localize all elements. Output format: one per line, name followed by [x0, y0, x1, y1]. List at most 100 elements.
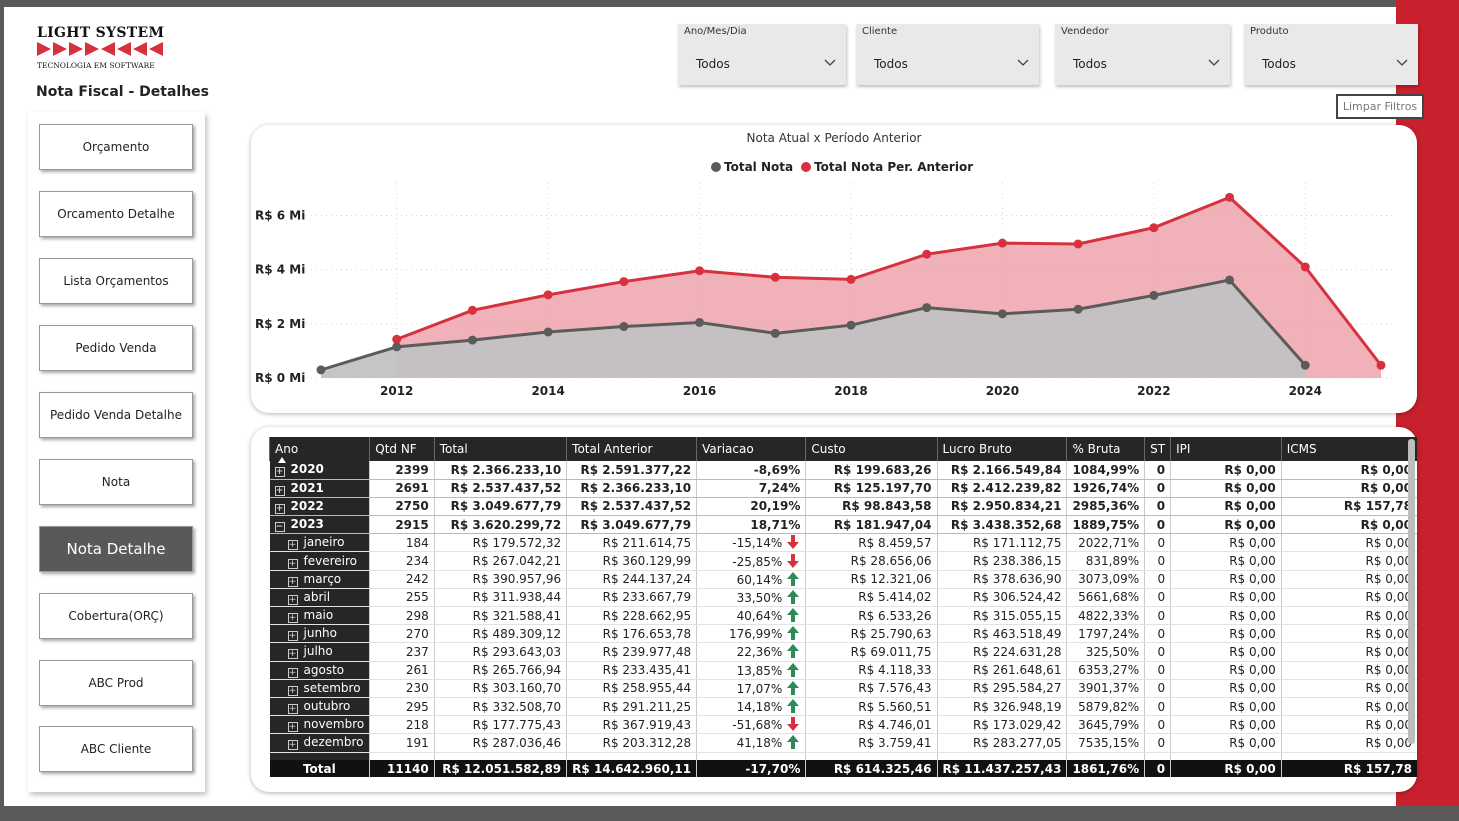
column-header-lucro-bruto[interactable]: Lucro Bruto [936, 437, 1067, 461]
column-header-qtd-nf[interactable]: Qtd NF [369, 437, 435, 461]
table-cell: 0 [1144, 515, 1171, 535]
row-label-cell[interactable]: + março [269, 570, 370, 589]
nav-button-cobertura[interactable]: Cobertura(ORÇ) [39, 593, 193, 639]
expand-icon[interactable]: + [274, 485, 285, 496]
expand-icon[interactable]: + [287, 685, 298, 696]
nav-button-abc-prod[interactable]: ABC Prod [39, 660, 193, 706]
filter-vendedor[interactable]: Vendedor Todos [1055, 24, 1230, 85]
data-point [846, 320, 856, 330]
expand-icon[interactable]: + [287, 613, 298, 624]
expand-icon[interactable]: + [287, 594, 298, 605]
row-label-cell[interactable]: −2023 [269, 515, 370, 535]
nav-button-orcamento-detalhe[interactable]: Orcamento Detalhe [39, 191, 193, 237]
table-row-month[interactable]: + novembro 218 R$ 177.775,43 R$ 367.919,43 -5… [269, 715, 1417, 735]
table-cell: 3073,09% [1066, 570, 1145, 589]
total-cell: 1861,76% [1066, 760, 1145, 777]
expand-icon[interactable]: + [287, 558, 298, 569]
filter-ano-mes-dia[interactable]: Ano/Mes/Dia Todos [678, 24, 846, 85]
row-label-cell[interactable]: + maio [269, 606, 370, 626]
expand-icon[interactable]: + [287, 740, 298, 751]
total-cell: R$ 0,00 [1170, 760, 1282, 777]
nav-button-pedido-venda-detalhe[interactable]: Pedido Venda Detalhe [39, 392, 193, 438]
table-row-year[interactable]: +2021 2691 R$ 2.537.437,52 R$ 2.366.233,10 7… [269, 479, 1417, 498]
table-row-month[interactable]: + março 242 R$ 390.957,96 R$ 244.137,24 60,14… [269, 570, 1417, 589]
row-label-cell[interactable]: + fevereiro [269, 551, 370, 571]
chevron-down-icon[interactable] [824, 56, 836, 68]
row-label-cell[interactable]: + agosto [269, 661, 370, 680]
column-header-ipi[interactable]: IPI [1170, 437, 1282, 461]
filter-produto[interactable]: Produto Todos [1244, 24, 1418, 85]
expand-icon[interactable]: + [287, 667, 298, 678]
chevron-down-icon[interactable] [1017, 56, 1029, 68]
expand-icon[interactable]: + [287, 722, 298, 733]
table-cell: R$ 3.049.677,79 [566, 515, 697, 535]
table-cell: R$ 265.766,94 [433, 661, 567, 680]
table-row-month[interactable]: + junho 270 R$ 489.309,12 R$ 176.653,78 176,9… [269, 624, 1417, 644]
expand-icon[interactable]: + [274, 467, 285, 478]
chevron-down-icon[interactable] [1208, 56, 1220, 68]
table-row-year[interactable]: −2023 2915 R$ 3.620.299,72 R$ 3.049.677,79 1… [269, 515, 1417, 535]
nav-button-nota-detalhe[interactable]: Nota Detalhe [39, 526, 193, 572]
table-cell: 6353,27% [1066, 661, 1145, 680]
nav-button-abc-cliente[interactable]: ABC Cliente [39, 726, 193, 772]
column-header--bruta[interactable]: % Bruta [1066, 437, 1145, 461]
nav-button-orcamento[interactable]: Orçamento [39, 124, 193, 170]
expand-icon[interactable]: + [274, 503, 285, 514]
expand-icon[interactable]: + [287, 649, 298, 660]
table-cell: 2915 [369, 515, 435, 535]
area-chart[interactable]: R$ 0 Mi R$ 2 Mi R$ 4 Mi R$ 6 Mi 2012 2014 2016… [251, 125, 1417, 413]
table-row-month[interactable]: + outubro 295 R$ 332.508,70 R$ 291.211,25 14,… [269, 697, 1417, 717]
table-row-year[interactable]: +2020 2399 R$ 2.366.233,10 R$ 2.591.377,22-… [269, 461, 1417, 480]
table-row-month[interactable]: + maio 298 R$ 321.588,41 R$ 228.662,95 40,64%… [269, 606, 1417, 626]
column-header-total[interactable]: Total [433, 437, 567, 461]
expand-icon[interactable]: + [287, 576, 298, 587]
expand-icon[interactable]: + [287, 631, 298, 642]
table-cell: 3645,79% [1066, 715, 1145, 735]
row-label-cell[interactable]: + abril [269, 588, 370, 608]
column-header-variacao[interactable]: Variacao [696, 437, 806, 461]
table-row-month[interactable]: + julho 237 R$ 293.643,03 R$ 239.977,48 22,36… [269, 642, 1417, 662]
row-label-cell[interactable]: + setembro [269, 679, 370, 698]
table-cell: 1084,99% [1066, 461, 1145, 480]
sort-ascending-icon[interactable] [278, 457, 287, 463]
column-header-ano[interactable]: Ano [268, 437, 370, 463]
nav-button-lista-orcamentos[interactable]: Lista Orçamentos [39, 258, 193, 304]
column-header-custo[interactable]: Custo [805, 437, 937, 461]
row-label-cell[interactable]: + dezembro [269, 733, 370, 753]
row-label: 2021 [290, 480, 324, 495]
column-header-total-anterior[interactable]: Total Anterior [566, 437, 697, 461]
row-label-cell[interactable]: + janeiro [269, 533, 370, 553]
table-cell: R$ 69.011,75 [805, 642, 937, 662]
table-row-month[interactable]: + agosto 261 R$ 265.766,94 R$ 233.435,41 13,8… [269, 661, 1417, 680]
clear-filters-button[interactable]: Limpar Filtros [1336, 94, 1424, 119]
expand-icon[interactable]: + [287, 540, 298, 551]
row-label-cell[interactable]: +2022 [269, 497, 370, 517]
row-label-cell[interactable]: + novembro [269, 715, 370, 735]
table-row-month[interactable]: + fevereiro 234 R$ 267.042,21 R$ 360.129,99 -… [269, 551, 1417, 571]
collapse-icon[interactable]: − [274, 522, 285, 533]
row-label-cell[interactable]: + julho [269, 642, 370, 662]
table-cell: R$ 0,00 [1280, 533, 1417, 553]
filter-label: Produto [1250, 26, 1289, 37]
table-row-month[interactable]: + dezembro 191 R$ 287.036,46 R$ 203.312,28 41… [269, 733, 1417, 753]
table-cell: R$ 2.412.239,82 [936, 479, 1067, 498]
table-cell: R$ 0,00 [1170, 533, 1282, 553]
matrix-table[interactable]: Ano Qtd NF Total Total Anterior Variacao Cust… [268, 437, 1417, 777]
row-label-cell[interactable]: + junho [269, 624, 370, 644]
column-header-icms[interactable]: ICMS [1280, 437, 1417, 461]
table-row-month[interactable]: + setembro 230 R$ 303.160,70 R$ 258.955,44 17… [269, 679, 1417, 698]
table-row-year[interactable]: +2022 2750 R$ 3.049.677,79 R$ 2.537.437,52 2… [269, 497, 1417, 517]
table-cell: R$ 211.614,75 [566, 533, 697, 553]
chevron-down-icon[interactable] [1396, 56, 1408, 68]
row-label-cell[interactable]: +2021 [269, 479, 370, 498]
expand-icon[interactable]: + [287, 704, 298, 715]
column-header-st[interactable]: ST [1144, 437, 1171, 461]
row-label-cell[interactable]: +2020 [269, 461, 370, 480]
table-row-month[interactable]: + abril 255 R$ 311.938,44 R$ 233.667,79 33,50… [269, 588, 1417, 608]
filter-cliente[interactable]: Cliente Todos [856, 24, 1039, 85]
vertical-scrollbar[interactable] [1408, 439, 1415, 744]
row-label-cell[interactable]: + outubro [269, 697, 370, 717]
nav-button-nota[interactable]: Nota [39, 459, 193, 505]
nav-button-pedido-venda[interactable]: Pedido Venda [39, 325, 193, 371]
table-row-month[interactable]: + janeiro 184 R$ 179.572,32 R$ 211.614,75 -15… [269, 533, 1417, 553]
